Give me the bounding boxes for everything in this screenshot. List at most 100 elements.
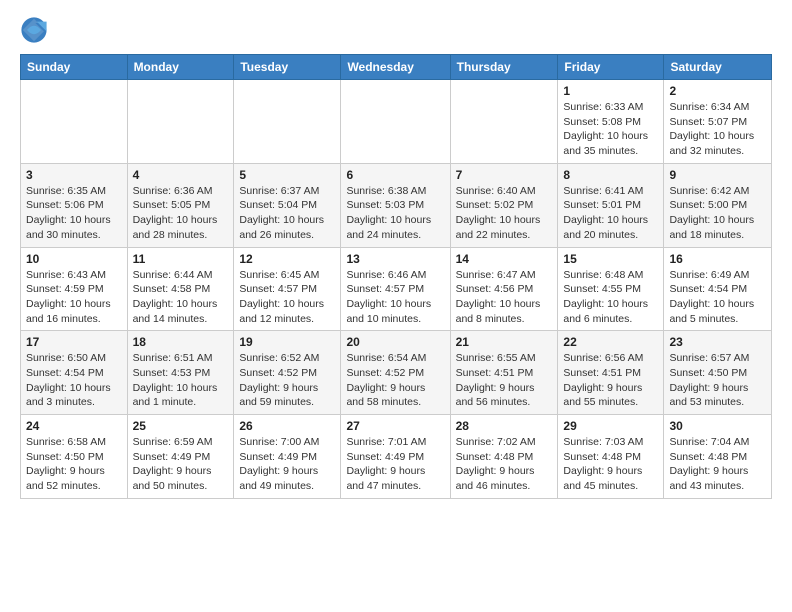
- cell-day-number: 28: [456, 419, 553, 433]
- day-header-thursday: Thursday: [450, 55, 558, 80]
- calendar-week-row: 17 Sunrise: 6:50 AM Sunset: 4:54 PM Dayli…: [21, 331, 772, 415]
- cell-day-number: 29: [563, 419, 658, 433]
- page: SundayMondayTuesdayWednesdayThursdayFrid…: [0, 0, 792, 515]
- calendar-cell: 29 Sunrise: 7:03 AM Sunset: 4:48 PM Dayli…: [558, 415, 664, 499]
- calendar-cell: 12Sunrise: 6:45 AM Sunset: 4:57 PM Dayli…: [234, 247, 341, 331]
- logo-icon: [20, 16, 48, 44]
- calendar-cell: 1 Sunrise: 6:33 AM Sunset: 5:08 PM Daylig…: [558, 80, 664, 164]
- cell-day-number: 19: [239, 335, 335, 349]
- cell-info: Sunrise: 7:04 AM Sunset: 4:48 PM Dayligh…: [669, 435, 766, 494]
- calendar-cell: [234, 80, 341, 164]
- logo: [20, 16, 52, 44]
- calendar-cell: [341, 80, 450, 164]
- day-header-tuesday: Tuesday: [234, 55, 341, 80]
- cell-info: Sunrise: 6:34 AM Sunset: 5:07 PM Dayligh…: [669, 100, 766, 159]
- cell-info: Sunrise: 6:52 AM Sunset: 4:52 PM Dayligh…: [239, 351, 335, 410]
- cell-info: Sunrise: 6:56 AM Sunset: 4:51 PM Dayligh…: [563, 351, 658, 410]
- calendar-cell: 11Sunrise: 6:44 AM Sunset: 4:58 PM Dayli…: [127, 247, 234, 331]
- cell-info: Sunrise: 6:47 AM Sunset: 4:56 PM Dayligh…: [456, 268, 553, 327]
- cell-day-number: 26: [239, 419, 335, 433]
- calendar-cell: 19 Sunrise: 6:52 AM Sunset: 4:52 PM Dayli…: [234, 331, 341, 415]
- calendar-cell: 2 Sunrise: 6:34 AM Sunset: 5:07 PM Daylig…: [664, 80, 772, 164]
- cell-info: Sunrise: 6:48 AM Sunset: 4:55 PM Dayligh…: [563, 268, 658, 327]
- calendar-cell: [450, 80, 558, 164]
- cell-day-number: 6: [346, 168, 444, 182]
- calendar-cell: 3 Sunrise: 6:35 AM Sunset: 5:06 PM Daylig…: [21, 163, 128, 247]
- calendar-week-row: 10 Sunrise: 6:43 AM Sunset: 4:59 PM Dayli…: [21, 247, 772, 331]
- calendar-cell: 23 Sunrise: 6:57 AM Sunset: 4:50 PM Dayli…: [664, 331, 772, 415]
- cell-day-number: 14: [456, 252, 553, 266]
- cell-day-number: 9: [669, 168, 766, 182]
- calendar-cell: 20 Sunrise: 6:54 AM Sunset: 4:52 PM Dayli…: [341, 331, 450, 415]
- cell-info: Sunrise: 6:58 AM Sunset: 4:50 PM Dayligh…: [26, 435, 122, 494]
- cell-day-number: 3: [26, 168, 122, 182]
- header: [20, 16, 772, 44]
- cell-info: Sunrise: 7:01 AM Sunset: 4:49 PM Dayligh…: [346, 435, 444, 494]
- cell-info: Sunrise: 6:50 AM Sunset: 4:54 PM Dayligh…: [26, 351, 122, 410]
- calendar-cell: 22 Sunrise: 6:56 AM Sunset: 4:51 PM Dayli…: [558, 331, 664, 415]
- cell-info: Sunrise: 6:42 AM Sunset: 5:00 PM Dayligh…: [669, 184, 766, 243]
- calendar-cell: 28 Sunrise: 7:02 AM Sunset: 4:48 PM Dayli…: [450, 415, 558, 499]
- cell-info: Sunrise: 6:59 AM Sunset: 4:49 PM Dayligh…: [133, 435, 229, 494]
- cell-day-number: 18: [133, 335, 229, 349]
- calendar-cell: 6 Sunrise: 6:38 AM Sunset: 5:03 PM Daylig…: [341, 163, 450, 247]
- calendar-week-row: 3 Sunrise: 6:35 AM Sunset: 5:06 PM Daylig…: [21, 163, 772, 247]
- calendar-week-row: 1 Sunrise: 6:33 AM Sunset: 5:08 PM Daylig…: [21, 80, 772, 164]
- cell-day-number: 13: [346, 252, 444, 266]
- calendar-cell: 7Sunrise: 6:40 AM Sunset: 5:02 PM Daylig…: [450, 163, 558, 247]
- day-header-wednesday: Wednesday: [341, 55, 450, 80]
- cell-info: Sunrise: 6:51 AM Sunset: 4:53 PM Dayligh…: [133, 351, 229, 410]
- cell-info: Sunrise: 6:37 AM Sunset: 5:04 PM Dayligh…: [239, 184, 335, 243]
- cell-day-number: 15: [563, 252, 658, 266]
- calendar-cell: 9 Sunrise: 6:42 AM Sunset: 5:00 PM Daylig…: [664, 163, 772, 247]
- calendar-cell: 14 Sunrise: 6:47 AM Sunset: 4:56 PM Dayli…: [450, 247, 558, 331]
- cell-day-number: 20: [346, 335, 444, 349]
- calendar-cell: 27 Sunrise: 7:01 AM Sunset: 4:49 PM Dayli…: [341, 415, 450, 499]
- cell-day-number: 4: [133, 168, 229, 182]
- calendar-cell: 25 Sunrise: 6:59 AM Sunset: 4:49 PM Dayli…: [127, 415, 234, 499]
- cell-info: Sunrise: 6:38 AM Sunset: 5:03 PM Dayligh…: [346, 184, 444, 243]
- cell-info: Sunrise: 6:45 AM Sunset: 4:57 PM Dayligh…: [239, 268, 335, 327]
- cell-info: Sunrise: 6:33 AM Sunset: 5:08 PM Dayligh…: [563, 100, 658, 159]
- cell-day-number: 17: [26, 335, 122, 349]
- cell-info: Sunrise: 6:35 AM Sunset: 5:06 PM Dayligh…: [26, 184, 122, 243]
- cell-info: Sunrise: 7:03 AM Sunset: 4:48 PM Dayligh…: [563, 435, 658, 494]
- cell-info: Sunrise: 6:54 AM Sunset: 4:52 PM Dayligh…: [346, 351, 444, 410]
- cell-info: Sunrise: 7:00 AM Sunset: 4:49 PM Dayligh…: [239, 435, 335, 494]
- day-header-monday: Monday: [127, 55, 234, 80]
- cell-day-number: 1: [563, 84, 658, 98]
- calendar-cell: 13 Sunrise: 6:46 AM Sunset: 4:57 PM Dayli…: [341, 247, 450, 331]
- calendar-cell: [21, 80, 128, 164]
- calendar-cell: 17 Sunrise: 6:50 AM Sunset: 4:54 PM Dayli…: [21, 331, 128, 415]
- cell-day-number: 30: [669, 419, 766, 433]
- cell-info: Sunrise: 6:46 AM Sunset: 4:57 PM Dayligh…: [346, 268, 444, 327]
- cell-info: Sunrise: 6:44 AM Sunset: 4:58 PM Dayligh…: [133, 268, 229, 327]
- cell-day-number: 8: [563, 168, 658, 182]
- calendar-cell: 10 Sunrise: 6:43 AM Sunset: 4:59 PM Dayli…: [21, 247, 128, 331]
- calendar-cell: 4Sunrise: 6:36 AM Sunset: 5:05 PM Daylig…: [127, 163, 234, 247]
- cell-day-number: 22: [563, 335, 658, 349]
- cell-day-number: 5: [239, 168, 335, 182]
- calendar-cell: 15 Sunrise: 6:48 AM Sunset: 4:55 PM Dayli…: [558, 247, 664, 331]
- cell-day-number: 27: [346, 419, 444, 433]
- cell-info: Sunrise: 6:43 AM Sunset: 4:59 PM Dayligh…: [26, 268, 122, 327]
- calendar: SundayMondayTuesdayWednesdayThursdayFrid…: [20, 54, 772, 499]
- cell-day-number: 2: [669, 84, 766, 98]
- cell-day-number: 16: [669, 252, 766, 266]
- cell-info: Sunrise: 6:57 AM Sunset: 4:50 PM Dayligh…: [669, 351, 766, 410]
- cell-info: Sunrise: 7:02 AM Sunset: 4:48 PM Dayligh…: [456, 435, 553, 494]
- calendar-cell: 21Sunrise: 6:55 AM Sunset: 4:51 PM Dayli…: [450, 331, 558, 415]
- cell-day-number: 10: [26, 252, 122, 266]
- calendar-cell: 30 Sunrise: 7:04 AM Sunset: 4:48 PM Dayli…: [664, 415, 772, 499]
- calendar-cell: [127, 80, 234, 164]
- cell-info: Sunrise: 6:40 AM Sunset: 5:02 PM Dayligh…: [456, 184, 553, 243]
- cell-info: Sunrise: 6:41 AM Sunset: 5:01 PM Dayligh…: [563, 184, 658, 243]
- calendar-cell: 16 Sunrise: 6:49 AM Sunset: 4:54 PM Dayli…: [664, 247, 772, 331]
- day-header-saturday: Saturday: [664, 55, 772, 80]
- calendar-cell: 5 Sunrise: 6:37 AM Sunset: 5:04 PM Daylig…: [234, 163, 341, 247]
- calendar-cell: 8 Sunrise: 6:41 AM Sunset: 5:01 PM Daylig…: [558, 163, 664, 247]
- cell-day-number: 23: [669, 335, 766, 349]
- cell-day-number: 21: [456, 335, 553, 349]
- cell-day-number: 25: [133, 419, 229, 433]
- cell-info: Sunrise: 6:49 AM Sunset: 4:54 PM Dayligh…: [669, 268, 766, 327]
